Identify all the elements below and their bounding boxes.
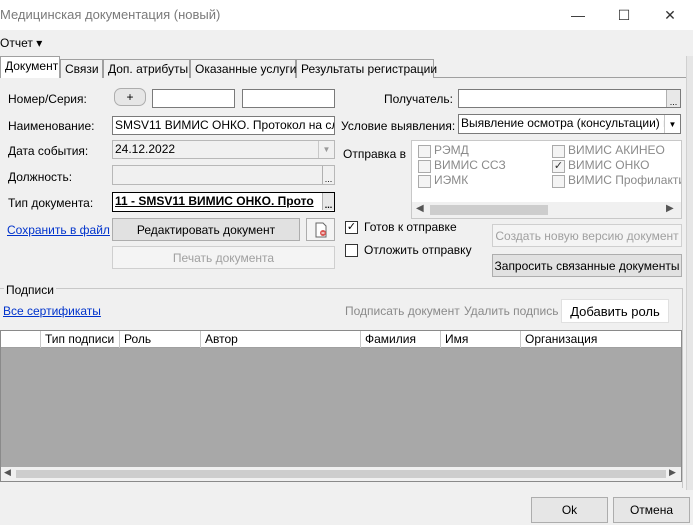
tab-links[interactable]: Связи [60,59,103,78]
send-target-label: ВИМИС Профилактик [568,173,682,187]
add-number-button[interactable]: + [114,88,146,106]
detect-condition-value: Выявление осмотра (консультации) паци [461,116,681,130]
menu-bar [0,30,693,54]
recipient-field[interactable]: ... [458,89,681,108]
name-input[interactable]: SMSV11 ВИМИС ОНКО. Протокол на случа [112,116,335,135]
send-target-label: ВИМИС ОНКО [568,158,650,172]
send-target-checkbox[interactable] [418,175,431,188]
send-target-checkbox-checked[interactable]: ✓ [552,160,565,173]
edit-document-button[interactable]: Редактировать документ [112,218,300,241]
postpone-send-checkbox[interactable] [345,244,358,257]
column-header-organization[interactable]: Организация [521,331,681,348]
series-input[interactable] [242,89,335,108]
row-header-cell [1,331,41,348]
recipient-browse-button[interactable]: ... [666,90,680,107]
print-document-button[interactable]: Печать документа [112,246,335,269]
column-header-author[interactable]: Автор [201,331,361,348]
recipient-label: Получатель: [384,92,453,106]
tab-extra-attributes[interactable]: Доп. атрибуты [103,59,190,78]
send-target-checkbox[interactable] [418,160,431,173]
scrollbar-thumb[interactable] [430,205,548,215]
doc-type-field[interactable]: 11 - SMSV11 ВИМИС ОНКО. Прото ... [112,192,335,212]
chevron-down-icon[interactable]: ▼ [318,141,334,158]
doc-type-browse-button[interactable]: ... [322,193,334,210]
send-target-label: ВИМИС ССЗ [434,158,506,172]
event-date-value: 24.12.2022 [115,142,176,156]
minimize-icon[interactable]: — [555,0,601,30]
tab-services[interactable]: Оказанные услуги [190,59,296,78]
vertical-scrollbar[interactable] [686,56,693,490]
ready-to-send-checkbox[interactable]: ✓ [345,221,358,234]
chevron-right-icon[interactable]: ▶ [666,203,674,214]
name-label: Наименование: [8,119,95,133]
chevron-down-icon[interactable]: ▼ [664,115,680,133]
column-header-signature-type[interactable]: Тип подписи [41,331,120,348]
table-header: Тип подписи Роль Автор Фамилия Имя Орган… [1,331,681,348]
doc-type-value: 11 - SMSV11 ВИМИС ОНКО. Прото [115,194,314,208]
doc-type-label: Тип документа: [8,196,94,210]
event-date-label: Дата события: [8,144,89,158]
delete-signature-button[interactable]: Удалить подпись [464,304,559,318]
signatures-group-label: Подписи [4,283,56,297]
send-target-checkbox[interactable] [552,175,565,188]
document-pdf-icon [315,222,326,237]
send-target-checkbox[interactable] [418,145,431,158]
table-horizontal-scrollbar[interactable]: ◀ ▶ [1,467,681,481]
send-to-label: Отправка в [343,147,406,161]
send-target-label: РЭМД [434,143,469,157]
ready-to-send-label: Готов к отправке [364,220,457,234]
column-header-last-name[interactable]: Фамилия [361,331,441,348]
create-new-version-button[interactable]: Создать новую версию документ [492,224,682,247]
ok-button[interactable]: Ok [531,497,608,523]
column-header-role[interactable]: Роль [120,331,201,348]
all-certificates-link[interactable]: Все сертификаты [3,304,101,318]
detect-condition-select[interactable]: Выявление осмотра (консультации) паци ▼ [458,114,681,134]
position-label: Должность: [8,170,73,184]
save-to-file-link[interactable]: Сохранить в файл [7,223,110,237]
number-series-label: Номер/Серия: [8,92,87,106]
menu-report[interactable]: Отчет ▾ [0,36,42,50]
position-browse-button[interactable]: ... [322,166,334,184]
column-header-first-name[interactable]: Имя [441,331,521,348]
scrollbar-thumb[interactable] [16,470,666,478]
send-target-checkbox[interactable] [552,145,565,158]
chevron-right-icon[interactable]: ▶ [669,467,676,478]
window-title: Медицинская документация (новый) [0,7,221,22]
event-date-picker[interactable]: 24.12.2022 ▼ [112,140,335,159]
sign-document-button[interactable]: Подписать документ [345,304,460,318]
tab-document[interactable]: Документ [0,56,60,78]
request-linked-docs-button[interactable]: Запросить связанные документы [492,254,682,277]
cancel-button[interactable]: Отмена [613,497,690,523]
postpone-send-label: Отложить отправку [364,243,472,257]
add-role-button[interactable]: Добавить роль [561,299,669,323]
detect-condition-label: Условие выявления: [341,119,456,133]
pdf-export-button[interactable] [306,218,335,241]
horizontal-scrollbar[interactable]: ◀ ▶ [412,202,681,218]
chevron-left-icon[interactable]: ◀ [4,467,11,478]
chevron-left-icon[interactable]: ◀ [416,203,424,214]
send-target-label: ВИМИС АКИНЕО [568,143,665,157]
position-field[interactable]: ... [112,165,335,185]
send-targets-list[interactable]: РЭМД ВИМИС АКИНЕО ВИМИС ССЗ ✓ ВИМИС ОНКО… [411,140,682,219]
send-target-label: ИЭМК [434,173,469,187]
tab-registration-results[interactable]: Результаты регистрации [296,59,437,78]
number-input[interactable] [152,89,235,108]
maximize-icon[interactable]: ☐ [601,0,647,30]
signatures-table[interactable]: Тип подписи Роль Автор Фамилия Имя Орган… [0,330,682,482]
close-icon[interactable]: ✕ [647,0,693,30]
